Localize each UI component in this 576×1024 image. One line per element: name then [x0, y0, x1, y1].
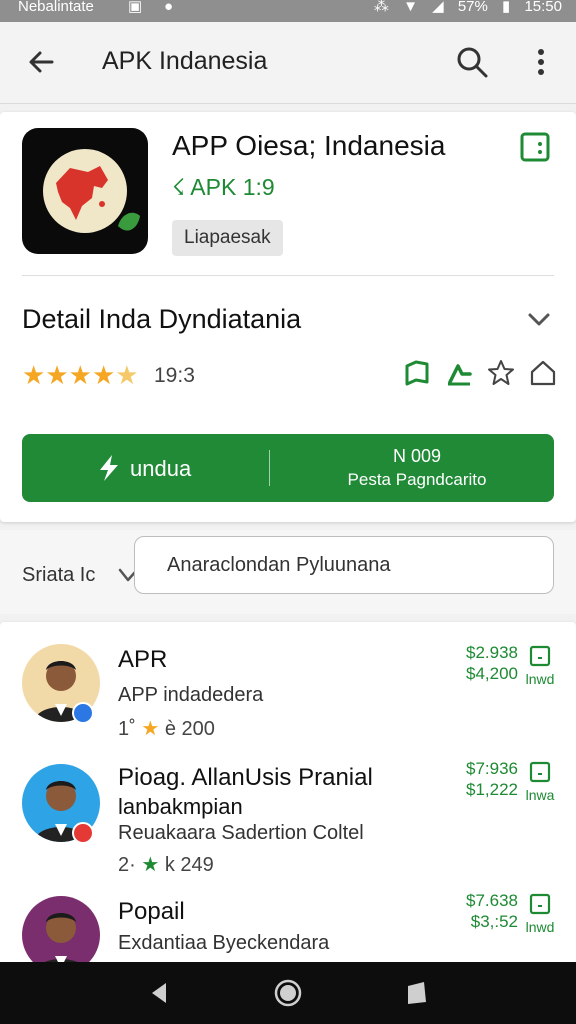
- button-separator: [269, 450, 270, 486]
- item-meta: 1˚ ★ è 200: [118, 718, 215, 740]
- app-bar: APK Indanesia: [0, 22, 576, 104]
- item-price: $7:936 $1,222: [466, 759, 518, 799]
- star-icon: ★: [91, 360, 116, 390]
- image-notification-icon: ▣: [128, 0, 143, 15]
- item-price: $2.938 $4,200: [466, 643, 518, 683]
- battery-icon: ▮: [502, 0, 511, 15]
- app-bar-title: APK Indanesia: [102, 47, 268, 75]
- battery-percent: 57%: [457, 0, 488, 15]
- bolt-icon: [94, 453, 124, 483]
- item-subtitle: Exdantiaa Byeckendara: [118, 932, 330, 954]
- home-nav-icon[interactable]: [273, 978, 303, 1008]
- wifi-icon: ▼: [403, 0, 418, 15]
- item-name: Popail: [118, 898, 185, 925]
- star-rating: ★ ★ ★ ★ ★: [22, 362, 139, 388]
- status-badge-icon: [72, 822, 94, 844]
- navigation-bar: [0, 962, 576, 1024]
- back-arrow-icon[interactable]: [22, 42, 62, 82]
- star-icon: ★: [22, 360, 46, 390]
- home-outline-icon[interactable]: [528, 358, 558, 388]
- star-icon: ★: [68, 360, 92, 390]
- item-download-icon[interactable]: lnwd: [524, 644, 556, 687]
- divider: [22, 275, 554, 276]
- more-options-icon[interactable]: [524, 42, 558, 82]
- app-logo-icon: [22, 128, 148, 254]
- item-name-line2: lanbakmpian: [118, 794, 243, 819]
- book-icon[interactable]: [402, 358, 432, 388]
- star-icon: ★: [141, 718, 160, 740]
- back-nav-icon[interactable]: [144, 978, 174, 1008]
- item-download-icon[interactable]: lnwa: [524, 760, 556, 803]
- app-list-card: APR APP indadedera 1˚ ★ è 200 $2.938 $4,…: [0, 622, 576, 974]
- share-icon[interactable]: [444, 358, 474, 388]
- item-subtitle: APP indadedera: [118, 684, 264, 706]
- item-subtitle: Reuakaara Sadertion Coltel: [118, 822, 364, 844]
- review-label: Sriata Ic: [22, 564, 96, 586]
- download-size: N 009: [392, 446, 442, 466]
- dot-notification-icon: ●: [164, 0, 174, 15]
- action-icons: [402, 358, 558, 388]
- item-name: APR: [118, 646, 168, 673]
- status-bar: Nebalintate ▣ ● ⁂ ▼ ◢ 57% ▮ 15:50: [0, 0, 576, 22]
- category-chip[interactable]: Liapaesak: [172, 220, 283, 256]
- bluetooth-icon: ⁂: [373, 0, 389, 15]
- chevron-down-icon[interactable]: [524, 304, 554, 334]
- detail-title: Detail Inda Dyndiatania: [22, 304, 302, 334]
- search-icon[interactable]: [452, 42, 492, 82]
- app-version: ☇ APK 1:9: [172, 174, 275, 200]
- review-input[interactable]: Anaraclondan Pyluunana: [134, 536, 554, 594]
- recents-nav-icon[interactable]: [402, 978, 432, 1008]
- item-price: $7.638 $3,:52: [466, 891, 518, 931]
- verified-badge-icon: [72, 702, 94, 724]
- half-star-icon: ★: [115, 360, 139, 390]
- star-icon: ★: [141, 854, 160, 876]
- download-label: undua: [130, 456, 192, 481]
- review-row: Sriata Ic Anaraclondan Pyluunana: [0, 530, 576, 614]
- signal-icon: ◢: [432, 0, 444, 15]
- download-subtitle: Pesta Pagndcarito: [347, 470, 487, 489]
- app-name: APP Oiesa; Indanesia: [172, 130, 446, 161]
- item-meta: 2· ★ k 249: [118, 854, 214, 876]
- clock: 15:50: [524, 0, 562, 15]
- download-button[interactable]: undua N 009 Pesta Pagndcarito: [22, 434, 554, 502]
- status-left-text: Nebalintate: [18, 0, 94, 15]
- rating-value: 19:3: [154, 364, 195, 387]
- star-outline-icon[interactable]: [486, 358, 516, 388]
- item-name: Pioag. AllanUsis Pranial: [118, 764, 373, 791]
- app-detail-card: APP Oiesa; Indanesia ☇ APK 1:9 Liapaesak…: [0, 112, 576, 522]
- item-download-icon[interactable]: lnwd: [524, 892, 556, 935]
- star-icon: ★: [45, 360, 69, 390]
- bookmark-icon[interactable]: [518, 130, 552, 164]
